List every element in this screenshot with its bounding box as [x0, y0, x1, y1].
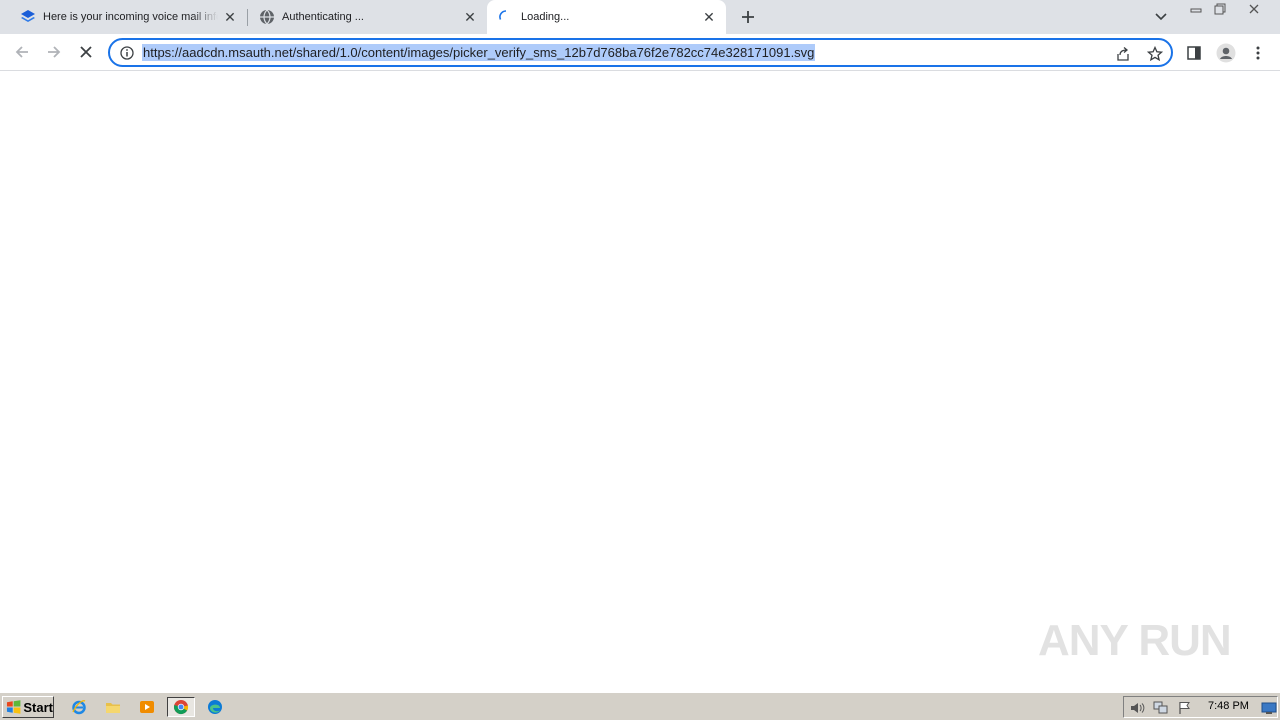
url-text[interactable]: https://aadcdn.msauth.net/shared/1.0/con… [142, 44, 816, 61]
taskbar: Start 7:48 PM [0, 692, 1280, 720]
start-label: Start [23, 699, 53, 715]
share-icon[interactable] [1113, 44, 1133, 64]
edge-icon[interactable] [204, 697, 226, 717]
media-player-icon[interactable] [136, 697, 158, 717]
page-content [0, 72, 1280, 692]
close-icon[interactable]: ✕ [222, 9, 238, 25]
anyrun-watermark: ANY RUN [1038, 606, 1238, 676]
browser-toolbar: https://aadcdn.msauth.net/shared/1.0/con… [0, 34, 1280, 71]
close-icon [1249, 4, 1259, 13]
tab-voice-mail[interactable]: Here is your incoming voice mail info ✕ [0, 0, 247, 34]
tab-title: Authenticating ... [282, 11, 364, 23]
new-tab-button[interactable] [737, 6, 759, 28]
more-vert-icon [1256, 46, 1260, 60]
close-window-button[interactable] [1243, 1, 1265, 16]
loading-spinner-icon [498, 9, 514, 25]
address-bar[interactable]: https://aadcdn.msauth.net/shared/1.0/con… [108, 38, 1173, 67]
arrow-right-icon [48, 46, 61, 58]
chrome-icon[interactable] [167, 697, 195, 717]
close-icon[interactable]: ✕ [462, 9, 478, 25]
back-button[interactable] [8, 38, 36, 66]
chevron-down-icon [1155, 13, 1167, 21]
globe-icon [259, 9, 275, 25]
forward-button[interactable] [40, 38, 68, 66]
info-icon[interactable] [118, 44, 136, 62]
stop-loading-button[interactable] [72, 38, 100, 66]
profile-button[interactable] [1213, 40, 1239, 66]
avatar-icon [1216, 43, 1236, 63]
minimize-icon [1190, 8, 1202, 12]
tab-authenticating[interactable]: Authenticating ... ✕ [239, 0, 487, 34]
plus-icon [742, 11, 754, 23]
tab-strip: Here is your incoming voice mail info ✕ … [0, 0, 1280, 34]
arrow-left-icon [15, 46, 28, 58]
tab-search-button[interactable] [1151, 8, 1171, 26]
action-center-flag-icon[interactable] [1176, 699, 1194, 716]
windows-flag-icon [6, 700, 21, 714]
minimize-button[interactable] [1185, 1, 1207, 16]
bookmark-star-icon[interactable] [1145, 44, 1165, 64]
side-panel-icon [1187, 46, 1201, 60]
tab-loading[interactable]: Loading... ✕ [487, 0, 726, 34]
volume-icon[interactable] [1128, 699, 1146, 716]
restore-icon [1214, 3, 1226, 14]
restore-button[interactable] [1209, 1, 1231, 16]
menu-button[interactable] [1245, 40, 1271, 66]
network-icon[interactable] [1152, 699, 1170, 716]
layers-icon [20, 9, 36, 25]
tab-title: Loading... [521, 11, 570, 23]
close-icon[interactable]: ✕ [701, 9, 717, 25]
file-explorer-icon[interactable] [102, 697, 124, 717]
watermark-text: ANY RUN [1038, 616, 1232, 665]
browser-window: Here is your incoming voice mail info ✕ … [0, 0, 1280, 692]
tab-title: Here is your incoming voice mail info [43, 11, 218, 23]
internet-explorer-icon[interactable] [68, 697, 90, 717]
side-panel-button[interactable] [1181, 40, 1207, 66]
system-tray: 7:48 PM [1123, 696, 1278, 718]
stop-icon [80, 46, 92, 58]
clock[interactable]: 7:48 PM [1208, 700, 1249, 712]
start-button[interactable]: Start [2, 696, 54, 718]
show-desktop-icon[interactable] [1260, 699, 1278, 716]
